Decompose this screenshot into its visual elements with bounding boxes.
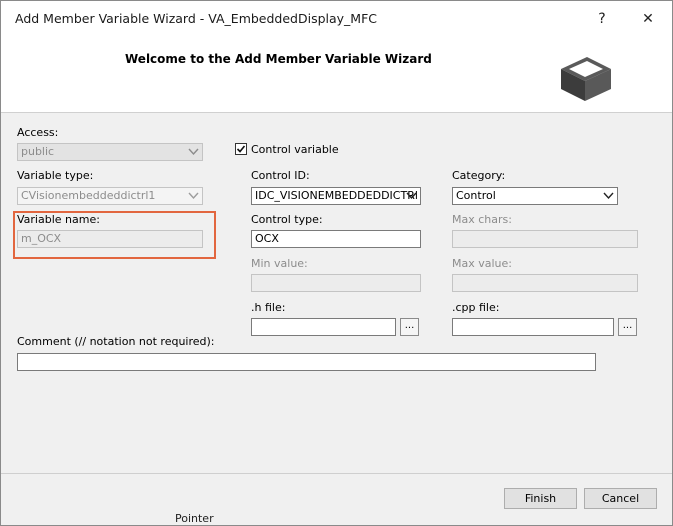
- add-member-variable-wizard-dialog: Add Member Variable Wizard - VA_Embedded…: [0, 0, 673, 526]
- control-type-field[interactable]: OCX: [251, 230, 421, 248]
- window-title: Add Member Variable Wizard - VA_Embedded…: [15, 11, 378, 26]
- checkmark-icon: [236, 145, 246, 153]
- control-variable-checkbox[interactable]: [235, 143, 247, 155]
- control-id-value: IDC_VISIONEMBEDDEDDICTRl: [255, 189, 418, 202]
- comment-label: Comment (// notation not required):: [17, 335, 215, 348]
- access-combo: public: [17, 143, 203, 161]
- max-value-label: Max value:: [452, 257, 512, 270]
- chevron-down-icon: [188, 148, 199, 156]
- footer-divider: [1, 473, 672, 474]
- control-type-value: OCX: [255, 232, 279, 245]
- help-button[interactable]: ?: [588, 7, 616, 31]
- h-file-browse-button[interactable]: ...: [400, 318, 419, 336]
- category-value: Control: [456, 189, 496, 202]
- chevron-down-icon: [188, 192, 199, 200]
- h-file-field[interactable]: [251, 318, 396, 336]
- cpp-file-field[interactable]: [452, 318, 614, 336]
- comment-field[interactable]: [17, 353, 596, 371]
- control-id-label: Control ID:: [251, 169, 310, 182]
- cpp-file-label: .cpp file:: [452, 301, 500, 314]
- category-combo[interactable]: Control: [452, 187, 618, 205]
- title-bar: Add Member Variable Wizard - VA_Embedded…: [1, 1, 672, 37]
- close-button[interactable]: ✕: [634, 7, 662, 31]
- control-id-combo[interactable]: IDC_VISIONEMBEDDEDDICTRl: [251, 187, 421, 205]
- variable-type-label: Variable type:: [17, 169, 94, 182]
- wizard-heading: Welcome to the Add Member Variable Wizar…: [125, 52, 432, 66]
- variable-name-highlight: [13, 211, 216, 259]
- category-label: Category:: [452, 169, 506, 182]
- h-file-label: .h file:: [251, 301, 286, 314]
- control-type-label: Control type:: [251, 213, 323, 226]
- cpp-file-browse-button[interactable]: ...: [618, 318, 637, 336]
- max-value-field: [452, 274, 638, 292]
- wizard-header: Welcome to the Add Member Variable Wizar…: [1, 37, 672, 113]
- min-value-label: Min value:: [251, 257, 308, 270]
- control-variable-label[interactable]: Control variable: [251, 143, 339, 156]
- cancel-button[interactable]: Cancel: [584, 488, 657, 509]
- chevron-down-icon: [406, 192, 417, 200]
- max-chars-label: Max chars:: [452, 213, 512, 226]
- background-pointer-text: Pointer: [175, 512, 214, 525]
- access-value: public: [21, 145, 55, 158]
- max-chars-field: [452, 230, 638, 248]
- finish-button[interactable]: Finish: [504, 488, 577, 509]
- min-value-field: [251, 274, 421, 292]
- wizard-box-icon: [561, 57, 611, 101]
- variable-type-value: CVisionembeddeddictrl1: [21, 189, 156, 202]
- chevron-down-icon: [603, 192, 614, 200]
- access-label: Access:: [17, 126, 59, 139]
- variable-type-combo: CVisionembeddeddictrl1: [17, 187, 203, 205]
